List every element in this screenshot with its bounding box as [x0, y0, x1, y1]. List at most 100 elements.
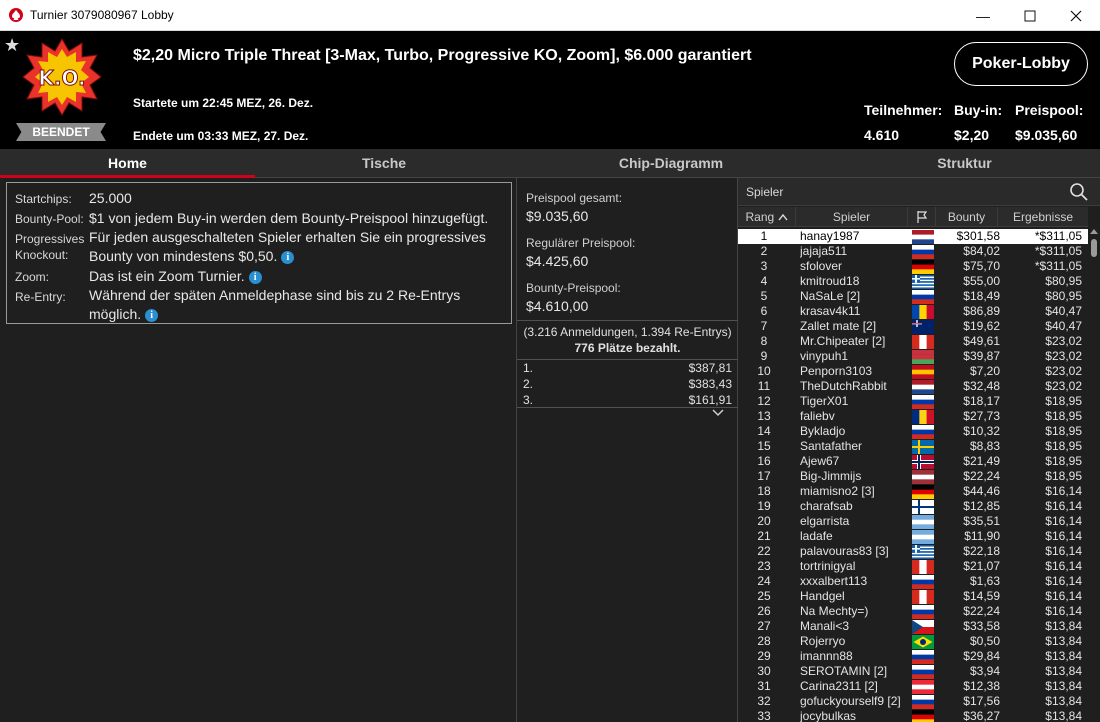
player-rank: 7: [760, 319, 768, 333]
table-row[interactable]: 15 Santafather $8,83 $18,95: [738, 439, 1088, 454]
table-row[interactable]: 7 Zallet mate [2] $19,62 $40,47: [738, 319, 1088, 334]
player-name: TheDutchRabbit: [800, 379, 887, 393]
table-row[interactable]: 31 Carina2311 [2] $12,38 $13,84: [738, 679, 1088, 694]
payout-amount: $383,43: [688, 377, 732, 391]
table-row[interactable]: 29 imannn88 $29,84 $13,84: [738, 649, 1088, 664]
player-bounty: $22,24: [963, 604, 1000, 618]
player-bounty: $12,38: [963, 679, 1000, 693]
table-row[interactable]: 24 xxxalbert113 $1,63 $16,14: [738, 574, 1088, 589]
table-row[interactable]: 10 Penporn3103 $7,20 $23,02: [738, 364, 1088, 379]
player-column-header[interactable]: Spieler: [796, 207, 908, 227]
table-row[interactable]: 19 charafsab $12,85 $16,14: [738, 499, 1088, 514]
table-row[interactable]: 12 TigerX01 $18,17 $18,95: [738, 394, 1088, 409]
table-row[interactable]: 5 NaSaLe [2] $18,49 $80,95: [738, 289, 1088, 304]
country-flag-icon: [912, 515, 934, 529]
player-name: Zallet mate [2]: [800, 319, 877, 333]
player-rank: 9: [760, 349, 768, 363]
country-flag-icon: [912, 230, 934, 244]
minimize-button[interactable]: —: [960, 0, 1006, 31]
table-row[interactable]: 21 ladafe $11,90 $16,14: [738, 529, 1088, 544]
player-result: $18,95: [1045, 439, 1082, 453]
table-row[interactable]: 18 miamisno2 [3] $44,46 $16,14: [738, 484, 1088, 499]
country-column-header[interactable]: [908, 207, 936, 227]
table-row[interactable]: 23 tortrinigyal $21,07 $16,14: [738, 559, 1088, 574]
info-icon[interactable]: i: [281, 251, 295, 264]
rank-column-header[interactable]: Rang: [738, 207, 796, 227]
chevron-down-icon[interactable]: [711, 408, 725, 418]
results-column-header[interactable]: Ergebnisse: [998, 207, 1088, 227]
player-rank: 4: [760, 274, 768, 288]
player-result: *$311,05: [1034, 229, 1082, 243]
table-row[interactable]: 33 jocybulkas $36,27 $13,84: [738, 709, 1088, 722]
country-flag-icon: [912, 380, 934, 394]
country-flag-icon: [912, 335, 934, 349]
player-bounty: $22,18: [963, 544, 1000, 558]
table-row[interactable]: 4 kmitroud18 $55,00 $80,95: [738, 274, 1088, 289]
info-value: Während der späten Anmeldephase sind bis…: [89, 287, 461, 303]
table-row[interactable]: 9 vinypuh1 $39,87 $23,02: [738, 349, 1088, 364]
country-flag-icon: [912, 305, 934, 319]
scroll-up-arrow-icon[interactable]: [1090, 229, 1098, 234]
regular-pool-value: $4.425,60: [526, 253, 589, 269]
player-name: gofuckyourself9 [2]: [800, 694, 901, 708]
table-row[interactable]: 16 Ajew67 $21,49 $18,95: [738, 454, 1088, 469]
table-row[interactable]: 30 SEROTAMIN [2] $3,94 $13,84: [738, 664, 1088, 679]
player-name: Na Mechty=): [800, 604, 869, 618]
maximize-button[interactable]: [1007, 0, 1053, 31]
table-row[interactable]: 14 Bykladjo $10,32 $18,95: [738, 424, 1088, 439]
player-name: imannn88: [800, 649, 853, 663]
player-result: $13,84: [1045, 619, 1082, 633]
player-result: $16,14: [1045, 544, 1082, 558]
favorite-star-icon[interactable]: ★: [4, 35, 20, 56]
table-row[interactable]: 25 Handgel $14,59 $16,14: [738, 589, 1088, 604]
bounty-column-header[interactable]: Bounty: [936, 207, 998, 227]
table-row[interactable]: 8 Mr.Chipeater [2] $49,61 $23,02: [738, 334, 1088, 349]
player-rank: 18: [757, 484, 771, 498]
player-rank: 8: [760, 334, 768, 348]
table-row[interactable]: 2 jajaja511 $84,02 *$311,05: [738, 244, 1088, 259]
poker-lobby-button[interactable]: Poker-Lobby: [954, 42, 1088, 86]
info-icon[interactable]: i: [248, 271, 262, 284]
table-row[interactable]: 11 TheDutchRabbit $32,48 $23,02: [738, 379, 1088, 394]
player-result: $13,84: [1045, 664, 1082, 678]
payout-row: 1. $387,81: [517, 361, 738, 376]
player-result: $13,84: [1045, 634, 1082, 648]
players-scrollbar[interactable]: [1088, 227, 1100, 722]
tournament-title: $2,20 Micro Triple Threat [3-Max, Turbo,…: [133, 47, 752, 64]
info-value: Das ist ein Zoom Turnier.: [89, 268, 245, 284]
info-icon[interactable]: i: [145, 309, 159, 322]
player-bounty: $33,58: [963, 619, 1000, 633]
tab-tables[interactable]: Tische: [255, 149, 513, 178]
table-row[interactable]: 22 palavouras83 [3] $22,18 $16,14: [738, 544, 1088, 559]
country-flag-icon: [912, 650, 934, 664]
maximize-icon: [1024, 10, 1036, 21]
table-row[interactable]: 13 faliebv $27,73 $18,95: [738, 409, 1088, 424]
player-result: $16,14: [1045, 604, 1082, 618]
table-row[interactable]: 6 krasav4k11 $86,89 $40,47: [738, 304, 1088, 319]
tab-chip-chart[interactable]: Chip-Diagramm: [513, 149, 829, 178]
tab-home[interactable]: Home: [0, 149, 255, 178]
table-row[interactable]: 26 Na Mechty=) $22,24 $16,14: [738, 604, 1088, 619]
search-icon[interactable]: [1069, 182, 1089, 202]
window-titlebar: Turnier 3079080967 Lobby —: [0, 0, 1100, 31]
player-name: jajaja511: [800, 244, 848, 258]
search-input[interactable]: Spieler: [746, 185, 783, 199]
player-rank: 28: [757, 634, 771, 648]
table-row[interactable]: 1 hanay1987 $301,58 *$311,05: [738, 229, 1088, 244]
table-row[interactable]: 20 elgarrista $35,51 $16,14: [738, 514, 1088, 529]
player-search[interactable]: Spieler: [738, 178, 1100, 206]
close-button[interactable]: [1053, 0, 1099, 31]
table-row[interactable]: 3 sfolover $75,70 *$311,05: [738, 259, 1088, 274]
player-bounty: $49,61: [963, 334, 1000, 348]
player-name: krasav4k11: [800, 304, 861, 318]
player-rank: 1: [760, 229, 768, 243]
players-panel: Spieler Rang Spieler Bounty Ergebnisse 1…: [738, 178, 1100, 722]
table-row[interactable]: 27 Manali<3 $33,58 $13,84: [738, 619, 1088, 634]
scrollbar-thumb[interactable]: [1091, 239, 1097, 257]
player-name: Mr.Chipeater [2]: [800, 334, 886, 348]
table-row[interactable]: 28 Rojerryo $0,50 $13,84: [738, 634, 1088, 649]
table-row[interactable]: 17 Big-Jimmijs $22,24 $18,95: [738, 469, 1088, 484]
tab-structure[interactable]: Struktur: [829, 149, 1100, 178]
table-row[interactable]: 32 gofuckyourself9 [2] $17,56 $13,84: [738, 694, 1088, 709]
info-value-line: möglich. i: [89, 306, 159, 322]
